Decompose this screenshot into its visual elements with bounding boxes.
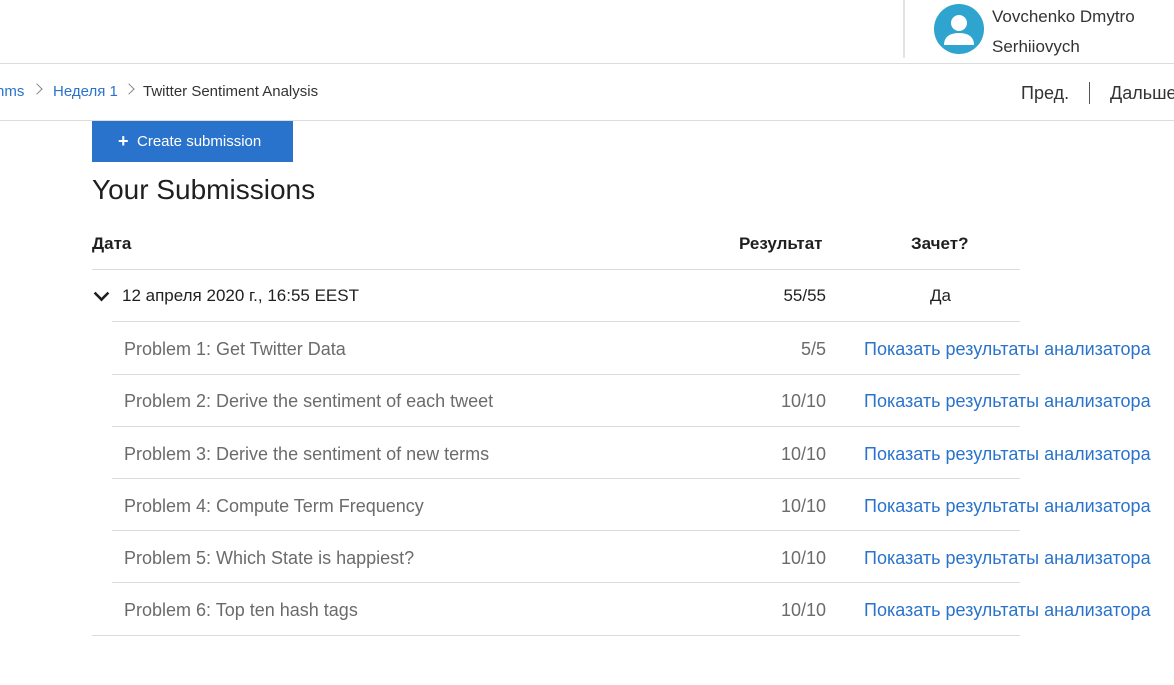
create-submission-button[interactable]: + Create submission (92, 121, 293, 162)
problem-row: Problem 1: Get Twitter Data 5/5 Показать… (112, 322, 1174, 374)
pager-divider (1089, 82, 1090, 104)
problem-name: Problem 1: Get Twitter Data (124, 339, 346, 359)
problem-row: Problem 5: Which State is happiest? 10/1… (112, 531, 1174, 583)
show-grader-results-link[interactable]: Показать результаты анализатора (864, 338, 1151, 360)
show-grader-results-link[interactable]: Показать результаты анализатора (864, 443, 1151, 465)
top-bar: Vovchenko Dmytro Serhiiovych (0, 0, 1174, 64)
next-link[interactable]: Дальше (1110, 82, 1174, 104)
breadcrumb-item-course[interactable]: nms (0, 83, 24, 101)
problem-score: 5/5 (800, 339, 826, 359)
problem-score: 10/10 (780, 496, 826, 516)
problem-name: Problem 5: Which State is happiest? (124, 548, 415, 568)
table-bottom-divider (92, 635, 1020, 636)
chevron-right-icon (31, 83, 43, 95)
breadcrumb-item-week[interactable]: Неделя 1 (53, 83, 118, 101)
problem-row: Problem 4: Compute Term Frequency 10/10 … (112, 479, 1174, 531)
show-grader-results-link[interactable]: Показать результаты анализатора (864, 390, 1151, 412)
problem-score: 10/10 (780, 444, 826, 464)
column-header-date: Дата (92, 234, 132, 253)
avatar[interactable] (934, 4, 984, 54)
problem-row: Problem 6: Top ten hash tags 10/10 Показ… (112, 583, 1174, 635)
submission-score: 55/55 (783, 286, 826, 305)
column-header-passed: Зачет? (911, 234, 969, 253)
prev-link[interactable]: Пред. (1021, 82, 1069, 104)
create-submission-label: Create submission (137, 133, 262, 150)
problem-row: Problem 2: Derive the sentiment of each … (112, 374, 1174, 426)
submission-date: 12 апреля 2020 г., 16:55 EEST (122, 286, 359, 305)
submission-row[interactable]: 12 апреля 2020 г., 16:55 EEST 55/55 Да (92, 270, 1020, 322)
show-grader-results-link[interactable]: Показать результаты анализатора (864, 495, 1151, 517)
plus-icon: + (118, 131, 129, 151)
problem-name: Problem 2: Derive the sentiment of each … (124, 391, 494, 411)
problem-name: Problem 4: Compute Term Frequency (124, 496, 424, 516)
problem-score: 10/10 (780, 391, 826, 411)
problem-score: 10/10 (780, 600, 826, 620)
problem-name: Problem 3: Derive the sentiment of new t… (124, 444, 490, 464)
breadcrumb-current: Twitter Sentiment Analysis (143, 83, 319, 100)
column-header-result: Результат (739, 234, 823, 253)
problem-row: Problem 3: Derive the sentiment of new t… (112, 427, 1174, 479)
user-divider (903, 0, 905, 58)
breadcrumb: nms Неделя 1 Twitter Sentiment Analysis … (0, 64, 1174, 121)
problem-name: Problem 6: Top ten hash tags (124, 600, 358, 620)
chevron-down-icon[interactable] (93, 285, 110, 302)
user-name[interactable]: Vovchenko Dmytro Serhiiovych (992, 2, 1174, 62)
show-grader-results-link[interactable]: Показать результаты анализатора (864, 599, 1151, 621)
chevron-right-icon (123, 83, 135, 95)
show-grader-results-link[interactable]: Показать результаты анализатора (864, 547, 1151, 569)
user-avatar-icon (944, 15, 974, 45)
page-title: Your Submissions (92, 174, 316, 205)
submission-passed: Да (930, 286, 951, 305)
problem-score: 10/10 (780, 548, 826, 568)
